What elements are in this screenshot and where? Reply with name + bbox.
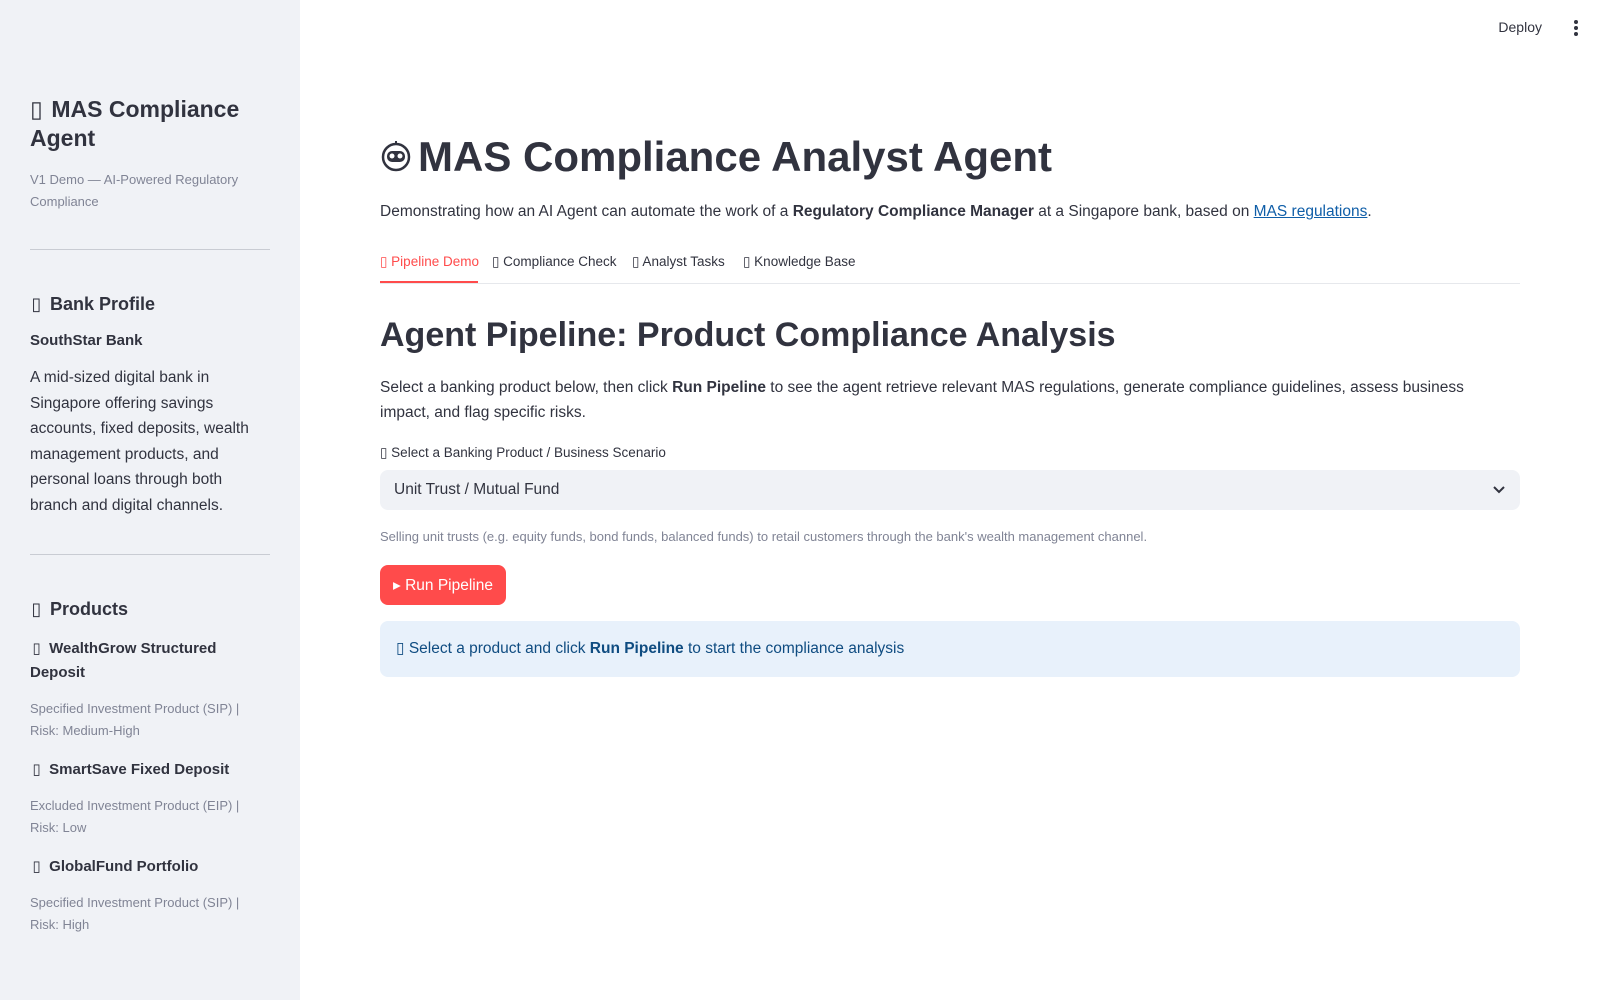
info-prefix: Select a product and click [404, 640, 590, 657]
run-pipeline-button[interactable]: ▸ Run Pipeline [380, 565, 506, 605]
product-icon: ▯ [32, 858, 41, 875]
product-select-value: Unit Trust / Mutual Fund [394, 481, 560, 498]
page-title-text: MAS Compliance Analyst Agent [418, 133, 1052, 180]
sidebar-divider [30, 554, 270, 555]
active-tab-indicator [380, 281, 478, 283]
app-icon: ▯ [30, 96, 43, 122]
products-heading-text: Products [50, 599, 129, 619]
product-name: ▯ GlobalFund Portfolio [30, 855, 265, 879]
bank-icon: ▯ [31, 294, 42, 314]
top-bar: Deploy [300, 0, 1600, 58]
section-title: Agent Pipeline: Product Compliance Analy… [380, 316, 1116, 354]
tab-pipeline-demo[interactable]: ▯ Pipeline Demo [380, 254, 479, 270]
deploy-button[interactable]: Deploy [1498, 19, 1542, 35]
sidebar-caption: V1 Demo — AI-Powered Regulatory Complian… [30, 172, 239, 209]
section-description: Select a banking product below, then cli… [380, 375, 1515, 425]
sidebar-title: ▯ MAS Compliance Agent [30, 95, 270, 153]
info-suffix: to start the compliance analysis [683, 640, 905, 657]
product-item: ▯ GlobalFund Portfolio Specified Investm… [30, 855, 270, 936]
bank-description: A mid-sized digital bank in Singapore of… [30, 369, 249, 514]
info-icon: ▯ [396, 640, 405, 657]
tab-compliance-check[interactable]: ▯ Compliance Check [492, 254, 616, 270]
vertical-dots-icon[interactable] [1572, 20, 1580, 38]
product-name-text: GlobalFund Portfolio [49, 858, 199, 875]
info-bold: Run Pipeline [589, 640, 684, 657]
sidebar-divider [30, 249, 270, 250]
product-meta: Excluded Investment Product (EIP) | Risk… [30, 798, 240, 835]
product-icon: ▯ [32, 761, 41, 778]
section-desc-bold: Run Pipeline [672, 379, 766, 396]
intro-prefix: Demonstrating how an AI Agent can automa… [380, 203, 793, 220]
intro-suffix: . [1367, 203, 1372, 220]
bank-profile-heading-text: Bank Profile [50, 294, 156, 314]
product-select-label: ▯ Select a Banking Product / Business Sc… [380, 445, 666, 460]
page-title: MAS Compliance Analyst Agent [380, 132, 1052, 182]
sidebar: ▯ MAS Compliance Agent V1 Demo — AI-Powe… [0, 0, 300, 1000]
info-alert: ▯ Select a product and click Run Pipelin… [380, 621, 1520, 677]
section-desc-prefix: Select a banking product below, then cli… [380, 379, 673, 396]
intro-role: Regulatory Compliance Manager [792, 203, 1034, 220]
product-name-text: SmartSave Fixed Deposit [49, 761, 230, 778]
bank-name: SouthStar Bank [30, 332, 143, 349]
mas-regulations-link[interactable]: MAS regulations [1254, 203, 1368, 220]
tab-analyst-tasks[interactable]: ▯ Analyst Tasks [632, 254, 725, 270]
product-meta: Specified Investment Product (SIP) | Ris… [30, 895, 240, 932]
product-description-hint: Selling unit trusts (e.g. equity funds, … [380, 529, 1148, 544]
product-name: ▯ SmartSave Fixed Deposit [30, 758, 265, 782]
product-name: ▯ WealthGrow Structured Deposit [30, 637, 265, 685]
product-select[interactable]: Unit Trust / Mutual Fund [380, 470, 1520, 510]
products-icon: ▯ [31, 599, 42, 619]
sidebar-title-text: MAS Compliance Agent [30, 96, 240, 151]
products-heading: ▯ Products [30, 597, 270, 621]
bank-profile-heading: ▯ Bank Profile [30, 292, 270, 316]
product-item: ▯ WealthGrow Structured Deposit Specifie… [30, 637, 270, 742]
info-alert-text: ▯ Select a product and click Run Pipelin… [396, 639, 904, 658]
chevron-down-icon [1493, 486, 1505, 494]
intro-middle: at a Singapore bank, based on [1033, 203, 1254, 220]
intro-text: Demonstrating how an AI Agent can automa… [380, 203, 1372, 221]
product-name-text: WealthGrow Structured Deposit [30, 640, 217, 681]
tab-bar: ▯ Pipeline Demo ▯ Compliance Check ▯ Ana… [380, 246, 1520, 284]
tab-knowledge-base[interactable]: ▯ Knowledge Base [743, 254, 856, 270]
product-meta: Specified Investment Product (SIP) | Ris… [30, 701, 240, 738]
product-item: ▯ SmartSave Fixed Deposit Excluded Inves… [30, 758, 270, 839]
product-icon: ▯ [32, 640, 41, 657]
robot-icon [381, 140, 411, 172]
